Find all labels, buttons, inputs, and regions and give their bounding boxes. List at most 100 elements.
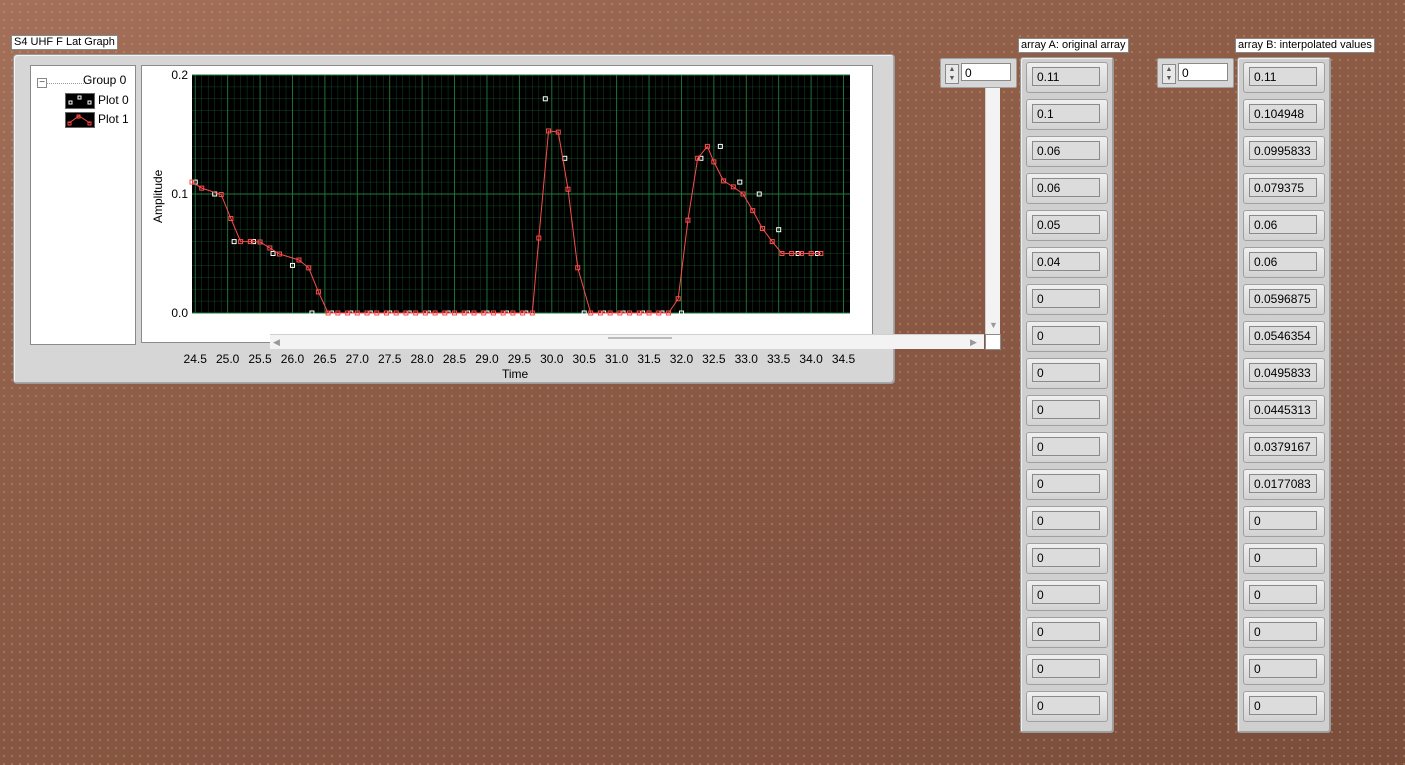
- array-b-value[interactable]: 0.0596875: [1249, 289, 1317, 308]
- array-a-element[interactable]: 0: [1026, 654, 1108, 685]
- array-b-element[interactable]: 0.0495833: [1243, 358, 1325, 389]
- array-b-index-input[interactable]: 0: [1178, 63, 1228, 81]
- array-b-element[interactable]: 0.11: [1243, 62, 1325, 93]
- graph-label: S4 UHF F Lat Graph: [11, 35, 118, 50]
- array-b-value[interactable]: 0.0495833: [1249, 363, 1317, 382]
- array-a-value[interactable]: 0.04: [1032, 252, 1100, 271]
- array-b-element[interactable]: 0.0445313: [1243, 395, 1325, 426]
- array-a-element[interactable]: 0.06: [1026, 173, 1108, 204]
- scroll-down-icon[interactable]: ▼: [989, 320, 998, 330]
- array-b-value[interactable]: 0.0995833: [1249, 141, 1317, 160]
- array-b-value[interactable]: 0: [1249, 548, 1317, 567]
- y-tick-label: 0.1: [171, 187, 188, 201]
- array-a-value[interactable]: 0: [1032, 622, 1100, 641]
- scroll-right-icon[interactable]: ▶: [970, 337, 977, 347]
- array-a-element[interactable]: 0: [1026, 506, 1108, 537]
- array-a-element[interactable]: 0: [1026, 543, 1108, 574]
- array-b-value[interactable]: 0.06: [1249, 215, 1317, 234]
- amplitude-time-chart: 24.5 25.0 25.5 26.0 26.5 27.0 27.5 28.0 28.5 29.0…: [171, 68, 856, 366]
- x-tick-label: 33.0: [735, 352, 759, 366]
- array-a-value[interactable]: 0: [1032, 326, 1100, 345]
- x-tick-label: 26.0: [281, 352, 305, 366]
- y-tick-label: 0.0: [171, 306, 188, 320]
- graph-panel: − Group 0 Plot 0 Plot 1 ▲ ▼ ◀: [13, 54, 1001, 384]
- array-a-element[interactable]: 0.06: [1026, 136, 1108, 167]
- array-a-value[interactable]: 0.05: [1032, 215, 1100, 234]
- array-b-value[interactable]: 0: [1249, 585, 1317, 604]
- y-tick-label: 0.2: [171, 68, 188, 82]
- array-a-panel: 0.11 0.1 0.06 0.06 0.05 0.04 0 0 0 0 0 0 0 0 0 0 0 0: [1020, 57, 1114, 733]
- scroll-corner: [985, 334, 1001, 350]
- array-b-element[interactable]: 0.0177083: [1243, 469, 1325, 500]
- array-b-value[interactable]: 0.0445313: [1249, 400, 1317, 419]
- array-b-value[interactable]: 0: [1249, 659, 1317, 678]
- array-a-element[interactable]: 0: [1026, 395, 1108, 426]
- array-a-value[interactable]: 0: [1032, 585, 1100, 604]
- array-b-element[interactable]: 0: [1243, 654, 1325, 685]
- array-b-element[interactable]: 0: [1243, 543, 1325, 574]
- x-tick-label: 33.5: [767, 352, 791, 366]
- array-b-element[interactable]: 0.0995833: [1243, 136, 1325, 167]
- array-b-element[interactable]: 0.0379167: [1243, 432, 1325, 463]
- array-b-value[interactable]: 0: [1249, 511, 1317, 530]
- array-a-element[interactable]: 0: [1026, 469, 1108, 500]
- array-a-value[interactable]: 0: [1032, 548, 1100, 567]
- x-tick-label: 28.5: [443, 352, 467, 366]
- array-b-element[interactable]: 0: [1243, 580, 1325, 611]
- array-a-value[interactable]: 0: [1032, 400, 1100, 419]
- array-b-value[interactable]: 0.0177083: [1249, 474, 1317, 493]
- array-b-index-control[interactable]: ▲ ▼ 0: [1157, 58, 1234, 88]
- array-a-index-control[interactable]: ▲ ▼ 0: [940, 58, 1017, 88]
- array-a-value[interactable]: 0: [1032, 363, 1100, 382]
- array-a-element[interactable]: 0.11: [1026, 62, 1108, 93]
- x-tick-label: 30.5: [573, 352, 597, 366]
- array-a-element[interactable]: 0: [1026, 617, 1108, 648]
- array-a-value[interactable]: 0.06: [1032, 141, 1100, 160]
- array-b-value[interactable]: 0: [1249, 622, 1317, 641]
- array-b-element[interactable]: 0: [1243, 617, 1325, 648]
- array-a-index-input[interactable]: 0: [961, 63, 1011, 81]
- x-tick-label: 31.5: [637, 352, 661, 366]
- array-b-element[interactable]: 0.104948: [1243, 99, 1325, 130]
- array-b-value[interactable]: 0: [1249, 696, 1317, 715]
- array-a-value[interactable]: 0: [1032, 289, 1100, 308]
- vertical-scrollbar[interactable]: ▲ ▼: [985, 76, 1000, 334]
- array-a-value[interactable]: 0: [1032, 437, 1100, 456]
- x-tick-label: 34.5: [832, 352, 856, 366]
- array-a-value[interactable]: 0: [1032, 474, 1100, 493]
- array-a-element[interactable]: 0: [1026, 432, 1108, 463]
- array-a-element[interactable]: 0.04: [1026, 247, 1108, 278]
- array-a-element[interactable]: 0: [1026, 321, 1108, 352]
- array-a-element[interactable]: 0.1: [1026, 99, 1108, 130]
- array-b-element[interactable]: 0.06: [1243, 247, 1325, 278]
- array-b-value[interactable]: 0.11: [1249, 67, 1317, 86]
- array-a-value[interactable]: 0: [1032, 659, 1100, 678]
- array-a-element[interactable]: 0: [1026, 580, 1108, 611]
- x-tick-label: 32.5: [702, 352, 726, 366]
- array-b-element[interactable]: 0.0546354: [1243, 321, 1325, 352]
- x-tick-label: 29.5: [508, 352, 532, 366]
- array-b-value[interactable]: 0.079375: [1249, 178, 1317, 197]
- array-b-element[interactable]: 0.06: [1243, 210, 1325, 241]
- array-b-element[interactable]: 0.079375: [1243, 173, 1325, 204]
- array-a-value[interactable]: 0.1: [1032, 104, 1100, 123]
- x-tick-label: 34.0: [799, 352, 823, 366]
- array-b-element[interactable]: 0: [1243, 506, 1325, 537]
- array-a-value[interactable]: 0: [1032, 511, 1100, 530]
- array-b-element[interactable]: 0.0596875: [1243, 284, 1325, 315]
- array-b-value[interactable]: 0.104948: [1249, 104, 1317, 123]
- array-b-value[interactable]: 0.0546354: [1249, 326, 1317, 345]
- array-b-element[interactable]: 0: [1243, 691, 1325, 722]
- array-b-value[interactable]: 0.0379167: [1249, 437, 1317, 456]
- array-a-element[interactable]: 0: [1026, 284, 1108, 315]
- array-b-value[interactable]: 0.06: [1249, 252, 1317, 271]
- array-a-element[interactable]: 0: [1026, 691, 1108, 722]
- array-a-index-spinner[interactable]: ▲ ▼: [945, 64, 959, 84]
- array-a-element[interactable]: 0.05: [1026, 210, 1108, 241]
- array-a-value[interactable]: 0.11: [1032, 67, 1100, 86]
- array-a-value[interactable]: 0: [1032, 696, 1100, 715]
- array-b-index-spinner[interactable]: ▲ ▼: [1162, 64, 1176, 84]
- array-a-value[interactable]: 0.06: [1032, 178, 1100, 197]
- array-a-element[interactable]: 0: [1026, 358, 1108, 389]
- x-tick-label: 32.0: [670, 352, 694, 366]
